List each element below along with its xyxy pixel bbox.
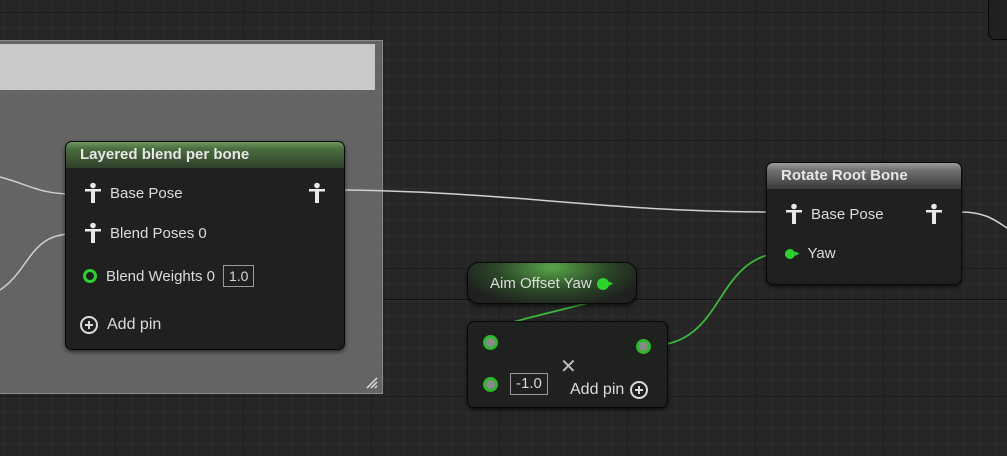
pin-label: Base Pose [811,205,884,223]
float-pin-icon[interactable] [636,339,651,354]
add-icon [80,316,98,334]
layered-blend-node[interactable]: Layered blend per bone Base Pose Blend P… [65,141,345,350]
wire-pose-in-blend [0,233,73,291]
pin-arrow-icon: ▸ [795,248,800,258]
wire-pose-to-rotate [341,189,776,213]
multiply-value-field[interactable]: -1.0 [510,373,548,395]
wire-pose-out [960,211,1007,229]
pin-label: Yaw [807,245,836,262]
multiply-output-pin[interactable] [636,339,651,354]
pose-icon [308,182,326,204]
multiply-input-a-pin[interactable] [483,335,498,350]
pin-label: Base Pose [110,184,183,202]
add-icon [630,381,649,399]
float-pin-icon[interactable] [483,376,498,392]
aim-offset-yaw-variable-node[interactable]: Aim Offset Yaw ▸ [467,262,637,304]
variable-label: Aim Offset Yaw [490,275,592,292]
pose-icon [785,203,803,225]
pin-label: Blend Poses 0 [110,224,207,242]
float-output-pin-icon[interactable] [596,277,609,290]
add-pin-label: Add pin [107,316,162,333]
node-title: Layered blend per bone [66,142,344,168]
node-title: Rotate Root Bone [767,163,961,189]
variable-output[interactable]: Aim Offset Yaw ▸ [490,275,613,292]
add-pin-label: Add pin [570,381,625,398]
output-pose-pin[interactable] [308,182,326,204]
pin-label: Blend Weights 0 [106,267,215,285]
add-pin-button[interactable]: Add pin [570,381,649,399]
blend-poses-input-pin[interactable]: Blend Poses 0 [84,222,207,244]
float-pin-icon[interactable] [83,269,97,283]
yaw-input-pin[interactable]: ▸ Yaw [785,245,836,262]
multiply-node[interactable]: ✕ -1.0 Add pin [467,321,668,408]
pose-icon [925,203,943,225]
pin-arrow-icon: ▸ [608,278,614,288]
multiply-icon: ✕ [560,356,577,378]
float-pin-icon[interactable] [483,335,498,350]
base-pose-input-pin[interactable]: Base Pose [84,182,183,204]
output-pose-pin[interactable] [925,203,943,225]
multiply-input-b-pin[interactable]: -1.0 [483,373,548,395]
rotate-root-bone-node[interactable]: Rotate Root Bone Base Pose ▸ Yaw [766,162,962,285]
float-pin-icon[interactable] [785,248,795,259]
wire-pose-in-base [0,176,73,195]
base-pose-input-pin[interactable]: Base Pose [785,203,884,225]
blend-weight-value-field[interactable]: 1.0 [222,265,255,287]
pose-icon [84,182,102,204]
add-pin-button[interactable]: Add pin [80,316,161,334]
blend-weights-input-pin[interactable]: Blend Weights 0 1.0 [83,265,255,287]
pose-icon [84,222,102,244]
